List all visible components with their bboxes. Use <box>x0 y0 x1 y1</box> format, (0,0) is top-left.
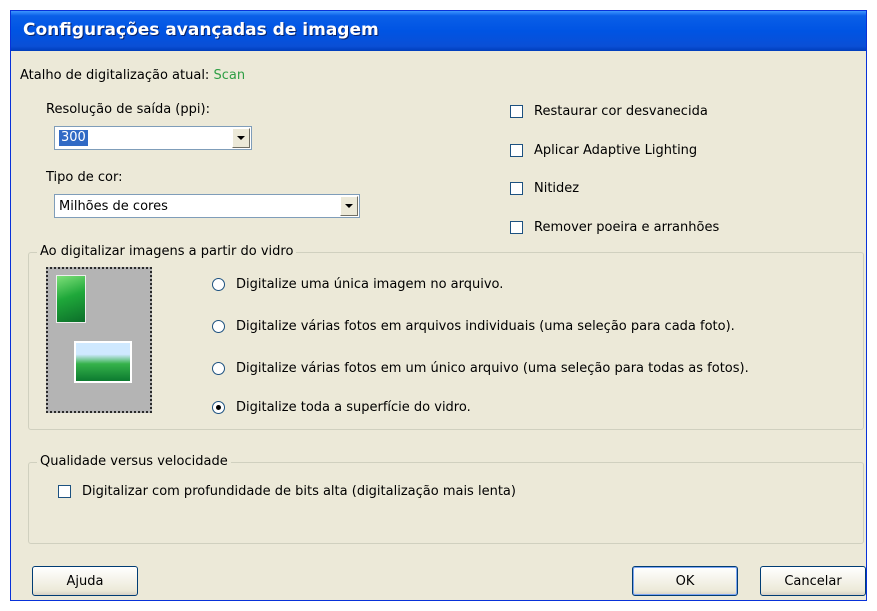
radio-button[interactable] <box>212 320 225 333</box>
resolution-dropdown-button[interactable] <box>232 128 250 148</box>
radio-multiple-files[interactable]: Digitalize várias fotos em arquivos indi… <box>212 319 735 334</box>
photo-thumbnail-icon <box>74 341 132 383</box>
option-adaptive-lighting[interactable]: Aplicar Adaptive Lighting <box>510 143 697 158</box>
radio-single-image[interactable]: Digitalize uma única imagem no arquivo. <box>212 277 503 292</box>
cancel-button-label: Cancelar <box>784 573 842 589</box>
color-type-select[interactable]: Milhões de cores <box>54 194 360 218</box>
resolution-value: 300 <box>59 130 88 146</box>
option-restore-color[interactable]: Restaurar cor desvanecida <box>510 104 708 119</box>
quality-groupbox: Qualidade versus velocidade <box>28 454 864 544</box>
shortcut-label: Atalho de digitalização atual: <box>20 68 210 83</box>
checkbox[interactable] <box>510 221 523 234</box>
chevron-down-icon <box>345 204 353 208</box>
title-bar: Configurações avançadas de imagem <box>11 11 866 51</box>
radio-label: Digitalize várias fotos em um único arqu… <box>236 361 749 376</box>
scanner-glass-preview-icon <box>46 267 152 413</box>
resolution-label: Resolução de saída (ppi): <box>46 102 210 117</box>
ok-button-label: OK <box>675 573 695 589</box>
radio-label: Digitalize várias fotos em arquivos indi… <box>236 319 735 334</box>
shortcut-value: Scan <box>213 68 246 83</box>
option-label: Digitalizar com profundidade de bits alt… <box>82 484 516 499</box>
option-label: Restaurar cor desvanecida <box>534 104 708 119</box>
radio-label: Digitalize uma única imagem no arquivo. <box>236 277 504 292</box>
checkbox[interactable] <box>510 105 523 118</box>
checkbox[interactable] <box>510 144 523 157</box>
ok-button[interactable]: OK <box>632 566 738 596</box>
radio-button[interactable] <box>212 362 225 375</box>
resolution-select[interactable]: 300 <box>54 126 252 150</box>
radio-label: Digitalize toda a superfície do vidro. <box>236 400 471 415</box>
dialog-title: Configurações avançadas de imagem <box>23 20 379 40</box>
option-remove-dust[interactable]: Remover poeira e arranhões <box>510 220 719 235</box>
radio-button[interactable] <box>212 278 225 291</box>
shortcut-line: Atalho de digitalização atual: Scan <box>20 68 245 83</box>
option-label: Remover poeira e arranhões <box>534 220 720 235</box>
color-type-value: Milhões de cores <box>59 198 168 214</box>
help-button[interactable]: Ajuda <box>32 566 138 596</box>
radio-entire-glass[interactable]: Digitalize toda a superfície do vidro. <box>212 400 471 415</box>
chevron-down-icon <box>237 136 245 140</box>
color-type-label: Tipo de cor: <box>46 170 123 185</box>
quality-group-legend: Qualidade versus velocidade <box>37 454 231 469</box>
checkbox[interactable] <box>510 182 523 195</box>
option-label: Aplicar Adaptive Lighting <box>534 143 698 158</box>
option-sharpness[interactable]: Nitidez <box>510 181 579 196</box>
radio-multiple-single-file[interactable]: Digitalize várias fotos em um único arqu… <box>212 361 749 376</box>
cancel-button[interactable]: Cancelar <box>760 566 866 596</box>
option-label: Nitidez <box>534 181 580 196</box>
radio-button-selected[interactable] <box>212 401 225 414</box>
photo-thumbnail-icon <box>56 275 86 323</box>
help-button-label: Ajuda <box>66 573 104 589</box>
checkbox[interactable] <box>58 485 71 498</box>
option-high-bit-depth[interactable]: Digitalizar com profundidade de bits alt… <box>58 484 516 499</box>
glass-group-legend: Ao digitalizar imagens a partir do vidro <box>37 244 297 259</box>
color-type-dropdown-button[interactable] <box>340 196 358 216</box>
